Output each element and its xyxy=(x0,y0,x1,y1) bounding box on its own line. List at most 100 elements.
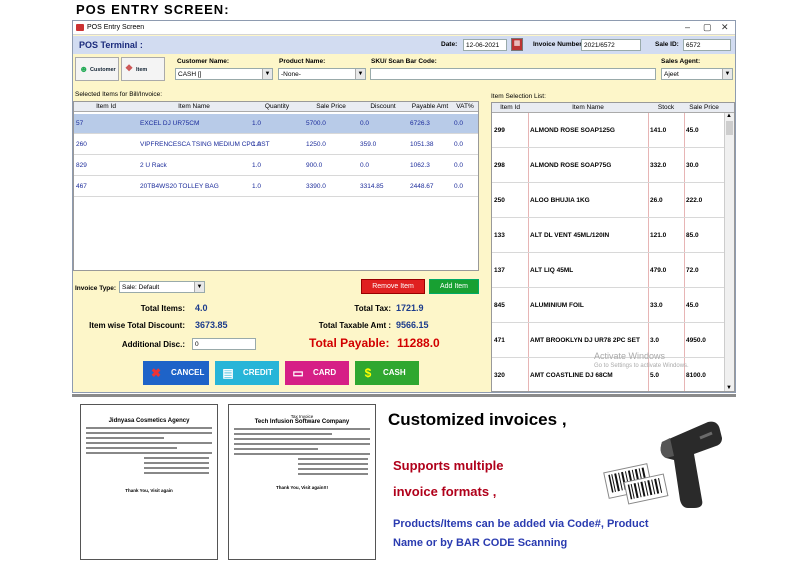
maximize-icon[interactable]: ▢ xyxy=(703,22,712,33)
scroll-thumb[interactable] xyxy=(726,121,733,135)
list-item[interactable]: 137 ALT LIQ 45ML 479.0 72.0 xyxy=(492,254,734,288)
selection-table-header: Item Id Item Name Stock Sale Price xyxy=(492,103,734,113)
cell-sale-price: 5700.0 xyxy=(306,120,326,127)
divider xyxy=(72,394,736,397)
cancel-button[interactable]: ✖ CANCEL xyxy=(143,361,209,385)
cell-payable: 2448.67 xyxy=(410,183,434,190)
invoice-number-field[interactable]: 2021/6572 xyxy=(581,39,641,51)
barcode-scanner-image xyxy=(603,421,722,508)
cash-button[interactable]: $ CASH xyxy=(355,361,419,385)
item-button-label: Item xyxy=(136,67,148,73)
sale-id-field[interactable]: 6572 xyxy=(683,39,731,51)
total-tax-label: Total Tax: xyxy=(354,304,391,313)
cell-item-id: 133 xyxy=(494,232,505,239)
cell-payable: 1051.38 xyxy=(410,141,434,148)
taxable-value: 9566.15 xyxy=(396,320,429,330)
calendar-icon[interactable]: ▦ xyxy=(511,38,523,51)
cell-sale-price: 222.0 xyxy=(686,197,703,204)
close-icon[interactable]: ✕ xyxy=(721,22,729,33)
cell-item-name: 2 U Rack xyxy=(140,162,167,169)
additional-disc-input[interactable]: 0 xyxy=(192,338,256,350)
credit-button[interactable]: ▤ CREDIT xyxy=(215,361,279,385)
cancel-label: CANCEL xyxy=(171,368,205,377)
card-button[interactable]: ▭ CARD xyxy=(285,361,349,385)
customer-name-select[interactable]: CASH [] ▼ xyxy=(175,68,273,80)
customer-button[interactable]: ☻ Customer xyxy=(75,57,119,81)
invoice-sample-1: Jidnyasa Cosmetics Agency Thank You, Vis… xyxy=(80,404,218,560)
cell-quantity: 1.0 xyxy=(252,141,262,148)
cell-discount: 3314.85 xyxy=(360,183,384,190)
terminal-label: POS Terminal : xyxy=(79,40,143,50)
total-tax-value: 1721.9 xyxy=(396,303,424,313)
scroll-down-icon[interactable]: ▼ xyxy=(726,385,732,391)
table-row[interactable]: 467 20TB4WS20 TOLLEY BAG 1.0 3390.0 3314.85 2… xyxy=(74,177,478,197)
cell-payable: 6726.3 xyxy=(410,120,430,127)
add-item-button[interactable]: Add Item xyxy=(429,279,479,294)
cell-vat: 0.0 xyxy=(454,162,464,169)
scrollbar[interactable]: ▲ ▼ xyxy=(724,113,734,391)
customer-name-label: Customer Name: xyxy=(177,58,230,65)
column-header: VAT% xyxy=(456,103,474,110)
invoice-type-select[interactable]: Sale: Default ▼ xyxy=(119,281,205,293)
minimize-icon[interactable]: – xyxy=(685,22,690,32)
product-name-select[interactable]: -None- ▼ xyxy=(278,68,366,80)
cell-stock: 3.0 xyxy=(650,337,660,344)
table-row[interactable]: 260 VIPFRENCESCA TSING MEDIUM CPC AST 1.0 1… xyxy=(74,135,478,155)
cell-sale-price: 3390.0 xyxy=(306,183,326,190)
header-bar: POS Terminal : Date: 12-06-2021 ▦ Invoic… xyxy=(73,36,735,54)
cell-sale-price: 1250.0 xyxy=(306,141,326,148)
total-items-value: 4.0 xyxy=(195,303,208,313)
column-header: Item Name xyxy=(572,104,604,111)
cell-quantity: 1.0 xyxy=(252,183,262,190)
invoice-2-footer: Thank You, Visit again!!! xyxy=(275,485,328,490)
cell-sale-price: 30.0 xyxy=(686,162,699,169)
table-row[interactable]: 829 2 U Rack 1.0 900.0 0.0 1062.3 0.0 xyxy=(74,156,478,176)
cell-quantity: 1.0 xyxy=(252,120,262,127)
sales-agent-select[interactable]: Ajeet ▼ xyxy=(661,68,733,80)
bill-table: Item Id Item Name Quantity Sale Price Di… xyxy=(73,101,479,271)
cell-item-id: 845 xyxy=(494,302,505,309)
cell-item-id: 471 xyxy=(494,337,505,344)
remove-item-button[interactable]: Remove Item xyxy=(361,279,425,294)
cell-item-name: ALT DL VENT 45ML/120IN xyxy=(530,232,610,239)
cash-icon: $ xyxy=(364,366,372,380)
list-item[interactable]: 250 ALOO BHUJIA 1KG 26.0 222.0 xyxy=(492,184,734,218)
date-label: Date: xyxy=(441,41,458,48)
pos-window: POS Entry Screen – ▢ ✕ POS Terminal : Da… xyxy=(72,20,736,393)
list-item[interactable]: 845 ALUMINIUM FOIL 33.0 45.0 xyxy=(492,289,734,323)
scanner-icon xyxy=(660,421,722,508)
cell-sale-price: 900.0 xyxy=(306,162,323,169)
table-row[interactable]: 57 EXCEL DJ UR75CM 1.0 5700.0 0.0 6726.3 0.0 xyxy=(74,114,478,134)
item-discount-label: Item wise Total Discount: xyxy=(89,321,185,330)
customer-icon: ☻ xyxy=(79,64,89,74)
cell-item-id: 260 xyxy=(76,141,87,148)
column-header: Item Name xyxy=(178,103,210,110)
promo-line-2: Supports multiple xyxy=(393,458,504,473)
cell-item-name: ALUMINIUM FOIL xyxy=(530,302,584,309)
cell-stock: 33.0 xyxy=(650,302,663,309)
list-item[interactable]: 299 ALMOND ROSE SOAP125G 141.0 45.0 xyxy=(492,114,734,148)
column-header: Quantity xyxy=(264,103,290,110)
chevron-down-icon: ▼ xyxy=(355,69,365,79)
additional-disc-label: Additional Disc.: xyxy=(121,340,185,349)
cell-vat: 0.0 xyxy=(454,183,464,190)
column-header: Item Id xyxy=(96,103,116,110)
item-button[interactable]: ❖ Item xyxy=(121,57,165,81)
invoice-sample-2: Tax Invoice Tech Infusion Software Compa… xyxy=(228,404,376,560)
list-item[interactable]: 298 ALMOND ROSE SOAP75G 332.0 30.0 xyxy=(492,149,734,183)
sku-input[interactable] xyxy=(370,68,656,80)
cell-item-name: VIPFRENCESCA TSING MEDIUM CPC AST xyxy=(140,141,270,148)
sale-id-label: Sale ID: xyxy=(655,41,679,48)
taxable-label: Total Taxable Amt : xyxy=(318,321,391,330)
cell-stock: 479.0 xyxy=(650,267,667,274)
scroll-up-icon[interactable]: ▲ xyxy=(726,113,732,119)
cell-stock: 5.0 xyxy=(650,372,660,379)
promo-line-3: invoice formats , xyxy=(393,484,497,499)
chevron-down-icon: ▼ xyxy=(262,69,272,79)
date-field[interactable]: 12-06-2021 xyxy=(463,39,507,51)
sales-agent-label: Sales Agent: xyxy=(661,58,701,65)
cell-sale-price: 8100.0 xyxy=(686,372,706,379)
promo-line-4: Products/Items can be added via Code#, P… xyxy=(393,518,649,530)
list-item[interactable]: 133 ALT DL VENT 45ML/120IN 121.0 85.0 xyxy=(492,219,734,253)
invoice-type-label: Invoice Type: xyxy=(75,285,117,292)
